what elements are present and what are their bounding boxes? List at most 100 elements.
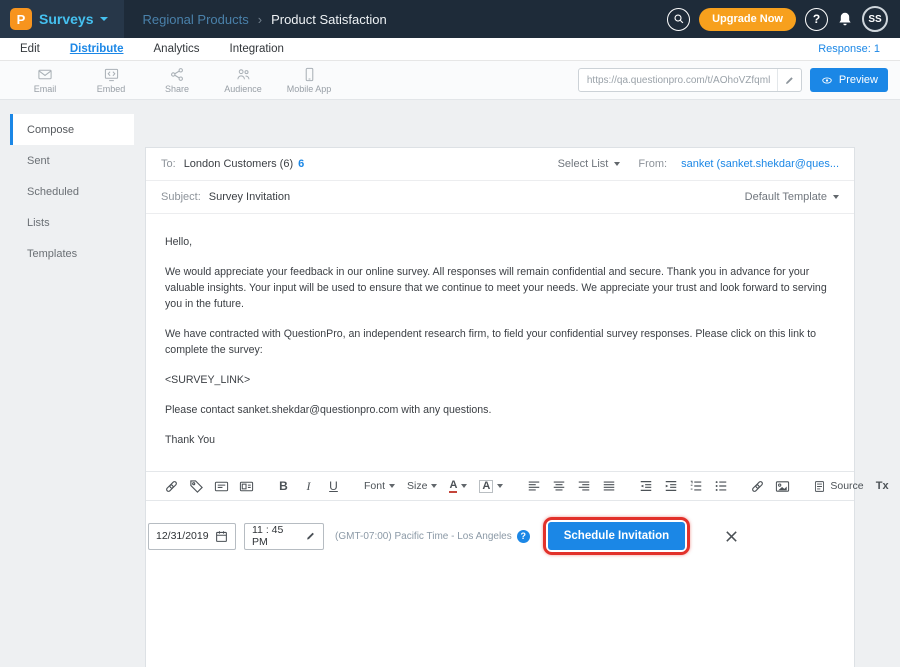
select-list-label: Select List bbox=[558, 158, 609, 170]
chevron-down-icon bbox=[614, 162, 620, 166]
survey-url-input[interactable]: https://qa.questionpro.com/t/AOhoVZfqml bbox=[579, 75, 777, 86]
tab-distribute[interactable]: Distribute bbox=[70, 43, 124, 55]
channel-mobile-app[interactable]: Mobile App bbox=[276, 67, 342, 94]
select-list-dropdown[interactable]: Select List bbox=[558, 158, 621, 170]
calendar-icon bbox=[215, 530, 228, 543]
response-count[interactable]: Response: 1 bbox=[818, 43, 880, 55]
sidebar-item-lists[interactable]: Lists bbox=[10, 207, 134, 238]
channel-audience[interactable]: Audience bbox=[210, 67, 276, 94]
schedule-date-input[interactable]: 12/31/2019 bbox=[148, 523, 236, 550]
email-paragraph: <SURVEY_LINK> bbox=[165, 372, 842, 388]
align-left-button[interactable] bbox=[524, 476, 543, 496]
remove-format-button[interactable]: Tx bbox=[873, 476, 892, 496]
timezone-help-button[interactable]: ? bbox=[517, 530, 530, 543]
card-icon bbox=[214, 479, 229, 494]
justify-icon bbox=[602, 479, 616, 493]
template-icon bbox=[239, 479, 254, 494]
indent-button[interactable] bbox=[661, 476, 680, 496]
chain-link-icon bbox=[164, 479, 179, 494]
top-header: P Surveys Regional Products › Product Sa… bbox=[0, 0, 900, 38]
tab-analytics[interactable]: Analytics bbox=[154, 43, 200, 55]
align-right-button[interactable] bbox=[574, 476, 593, 496]
image-icon bbox=[775, 479, 790, 494]
insert-template-button[interactable] bbox=[237, 476, 256, 496]
channel-email[interactable]: Email bbox=[12, 67, 78, 94]
breadcrumb: Regional Products › Product Satisfaction bbox=[142, 12, 386, 27]
text-color-button[interactable]: A bbox=[446, 476, 470, 496]
embed-icon bbox=[103, 67, 120, 82]
subject-row-right: Default Template bbox=[745, 191, 839, 203]
align-center-icon bbox=[552, 479, 566, 493]
size-dropdown[interactable]: Size bbox=[404, 476, 440, 496]
ordered-list-button[interactable] bbox=[686, 476, 705, 496]
bullet-list-button[interactable] bbox=[711, 476, 730, 496]
italic-button[interactable]: I bbox=[299, 476, 318, 496]
email-body-editor[interactable]: Hello, We would appreciate your feedback… bbox=[146, 214, 854, 471]
bold-button[interactable]: B bbox=[274, 476, 293, 496]
pencil-icon bbox=[784, 75, 795, 86]
schedule-controls: 12/31/2019 11 : 45 PM (GMT-07:00) Pacifi… bbox=[148, 517, 854, 555]
schedule-invitation-button[interactable]: Schedule Invitation bbox=[548, 522, 685, 550]
merge-tag-button[interactable] bbox=[187, 476, 206, 496]
channel-embed[interactable]: Embed bbox=[78, 67, 144, 94]
sidebar-item-templates[interactable]: Templates bbox=[10, 238, 134, 269]
search-icon bbox=[673, 13, 685, 25]
edit-url-button[interactable] bbox=[777, 69, 801, 91]
source-button[interactable]: Source bbox=[810, 476, 866, 496]
chevron-down-icon bbox=[461, 484, 467, 488]
from-sender-link[interactable]: sanket (sanket.shekdar@ques... bbox=[681, 158, 839, 170]
tab-integration[interactable]: Integration bbox=[230, 43, 284, 55]
notifications-button[interactable] bbox=[837, 11, 853, 27]
subject-label: Subject: bbox=[161, 191, 201, 203]
source-label: Source bbox=[830, 480, 863, 492]
bell-icon bbox=[837, 11, 853, 27]
search-button[interactable] bbox=[667, 8, 690, 31]
underline-button[interactable]: U bbox=[324, 476, 343, 496]
align-center-button[interactable] bbox=[549, 476, 568, 496]
sidebar-item-scheduled[interactable]: Scheduled bbox=[10, 176, 134, 207]
indent-increase-icon bbox=[664, 479, 678, 493]
audience-icon bbox=[235, 67, 252, 82]
questionpro-logo: P bbox=[10, 8, 32, 30]
hyperlink-button[interactable] bbox=[748, 476, 767, 496]
close-icon[interactable] bbox=[724, 529, 739, 544]
to-recipients-field[interactable]: London Customers (6) bbox=[184, 158, 293, 170]
insert-survey-link-button[interactable] bbox=[162, 476, 181, 496]
help-icon: ? bbox=[813, 12, 820, 26]
bullet-list-icon bbox=[714, 479, 728, 493]
background-color-button[interactable]: A bbox=[476, 476, 506, 496]
font-dropdown[interactable]: Font bbox=[361, 476, 398, 496]
email-paragraph: We have contracted with QuestionPro, an … bbox=[165, 326, 842, 358]
schedule-time-input[interactable]: 11 : 45 PM bbox=[244, 523, 324, 550]
preview-label: Preview bbox=[839, 74, 878, 86]
upgrade-now-label: Upgrade Now bbox=[712, 13, 783, 25]
recipient-count-badge[interactable]: 6 bbox=[298, 158, 304, 170]
timezone-text: (GMT-07:00) Pacific Time - Los Angeles bbox=[335, 531, 512, 542]
surveys-app-menu[interactable]: P Surveys bbox=[0, 0, 124, 38]
justify-button[interactable] bbox=[599, 476, 618, 496]
avatar[interactable]: SS bbox=[862, 6, 888, 32]
subject-row: Subject: Survey Invitation Default Templ… bbox=[146, 181, 854, 214]
tab-edit[interactable]: Edit bbox=[20, 43, 40, 55]
email-paragraph: Thank You bbox=[165, 432, 842, 448]
channel-share[interactable]: Share bbox=[144, 67, 210, 94]
background-color-letter: A bbox=[479, 480, 493, 493]
breadcrumb-folder[interactable]: Regional Products bbox=[142, 12, 248, 27]
preview-button[interactable]: Preview bbox=[810, 68, 888, 92]
help-button[interactable]: ? bbox=[805, 8, 828, 31]
outdent-button[interactable] bbox=[636, 476, 655, 496]
subject-field[interactable]: Survey Invitation bbox=[209, 191, 290, 203]
survey-nav-tabs: Edit Distribute Analytics Integration Re… bbox=[0, 38, 900, 61]
align-left-icon bbox=[527, 479, 541, 493]
schedule-time-value: 11 : 45 PM bbox=[252, 524, 299, 548]
sidebar-item-compose[interactable]: Compose bbox=[10, 114, 134, 145]
upgrade-now-button[interactable]: Upgrade Now bbox=[699, 8, 796, 31]
eye-icon bbox=[820, 75, 834, 86]
breadcrumb-separator: › bbox=[258, 12, 262, 27]
template-dropdown[interactable]: Default Template bbox=[745, 191, 839, 203]
channel-embed-label: Embed bbox=[97, 84, 126, 94]
sidebar-item-sent[interactable]: Sent bbox=[10, 145, 134, 176]
insert-image-button[interactable] bbox=[773, 476, 792, 496]
insert-card-button[interactable] bbox=[212, 476, 231, 496]
to-row-right: Select List From: sanket (sanket.shekdar… bbox=[558, 158, 839, 170]
